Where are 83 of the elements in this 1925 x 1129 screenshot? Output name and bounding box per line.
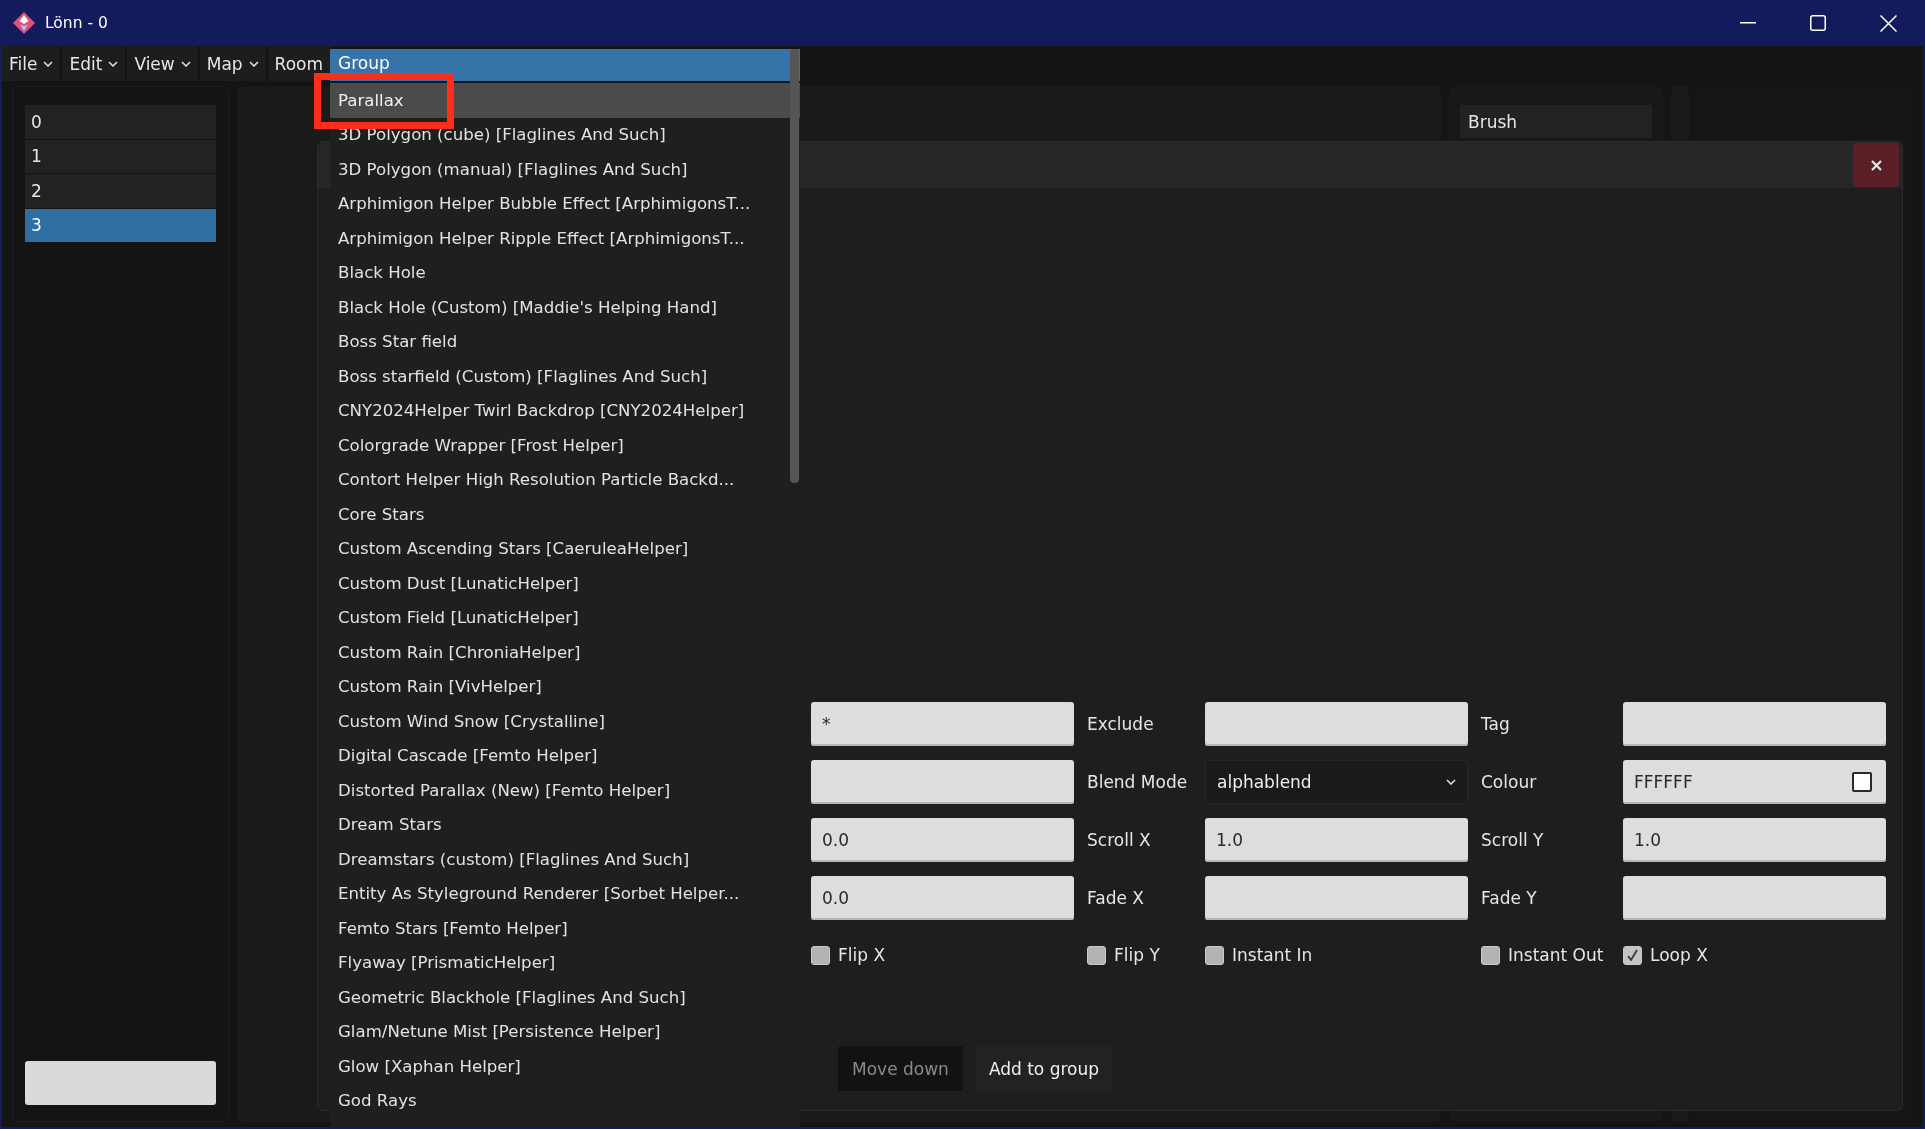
- field-label: Exclude: [1087, 714, 1155, 734]
- dropdown-option[interactable]: Custom Rain [VivHelper]: [330, 669, 800, 704]
- checkbox-label: Instant In: [1232, 945, 1313, 965]
- field-label: Colour: [1481, 772, 1538, 792]
- dropdown-option[interactable]: Custom Dust [LunaticHelper]: [330, 566, 800, 601]
- tool-list-item[interactable]: Brush: [1460, 105, 1652, 138]
- text-field[interactable]: 0.0: [811, 876, 1074, 920]
- text-field[interactable]: [1205, 876, 1468, 920]
- checkbox-label: Flip X: [838, 945, 886, 965]
- close-button[interactable]: [1853, 143, 1899, 187]
- dropdown-option[interactable]: Glam/Netune Mist [Persistence Helper]: [330, 1014, 800, 1049]
- field-label: Blend Mode: [1087, 772, 1189, 792]
- field-label: Fade Y: [1481, 888, 1538, 908]
- dropdown-option[interactable]: Custom Ascending Stars [CaeruleaHelper]: [330, 531, 800, 566]
- dropdown-option[interactable]: Arphimigon Helper Ripple Effect [ArphimigonsT...: [330, 221, 800, 256]
- dropdown-option[interactable]: Geometric Blackhole [Flaglines And Such]: [330, 980, 800, 1015]
- room-list-item[interactable]: 0: [25, 105, 216, 139]
- checkbox[interactable]: [1087, 945, 1106, 965]
- menu-item[interactable]: Map: [199, 46, 266, 81]
- color-swatch-icon[interactable]: [1852, 772, 1872, 792]
- dropdown-option[interactable]: Black Hole: [330, 255, 800, 290]
- minimize-icon: [1740, 22, 1756, 24]
- dropdown-option[interactable]: Entity As Styleground Renderer [Sorbet Helper...: [330, 876, 800, 911]
- dropdown-option[interactable]: Black Hole (Custom) [Maddie's Helping Hand]: [330, 290, 800, 325]
- menu-item[interactable]: View: [127, 46, 198, 81]
- menu-item[interactable]: Room: [267, 46, 331, 81]
- dropdown-option[interactable]: Contort Helper High Resolution Particle Backd...: [330, 462, 800, 497]
- text-field[interactable]: [1623, 876, 1886, 920]
- dropdown-option[interactable]: Parallax: [330, 83, 800, 118]
- dropdown-option[interactable]: Digital Cascade [Femto Helper]: [330, 738, 800, 773]
- checkbox-label: Loop X: [1650, 945, 1708, 965]
- room-list-item[interactable]: 3: [25, 208, 216, 242]
- dropdown-option[interactable]: CNY2024Helper Twirl Backdrop [CNY2024Helper]: [330, 393, 800, 428]
- dropdown-option[interactable]: Glow [Xaphan Helper]: [330, 1049, 800, 1084]
- dropdown-option[interactable]: Femto Stars [Femto Helper]: [330, 911, 800, 946]
- chevron-down-icon: [1446, 779, 1456, 785]
- window-title: Lönn - 0: [45, 14, 108, 32]
- room-list-item[interactable]: 1: [25, 139, 216, 173]
- maximize-icon: [1810, 15, 1826, 31]
- checkbox-label: Instant Out: [1508, 945, 1604, 965]
- dropdown-option[interactable]: Core Stars: [330, 497, 800, 532]
- menu-item[interactable]: File: [2, 46, 61, 81]
- field-label: Scroll Y: [1481, 830, 1545, 850]
- checkbox[interactable]: [1623, 945, 1642, 965]
- checkbox[interactable]: [1481, 945, 1500, 965]
- text-field[interactable]: 0.0: [811, 818, 1074, 862]
- dropdown-option[interactable]: Boss starfield (Custom) [Flaglines And Such]: [330, 359, 800, 394]
- dropdown-option[interactable]: Dreamstars (custom) [Flaglines And Such]: [330, 842, 800, 877]
- text-field[interactable]: [1623, 702, 1886, 746]
- blend-mode-dropdown[interactable]: alphablend: [1205, 760, 1468, 804]
- dropdown-option[interactable]: Custom Wind Snow [Crystalline]: [330, 704, 800, 739]
- text-field[interactable]: *: [811, 702, 1074, 746]
- dropdown-option[interactable]: Distorted Parallax (New) [Femto Helper]: [330, 773, 800, 808]
- text-field[interactable]: [1205, 702, 1468, 746]
- dropdown-option[interactable]: Boss Star field: [330, 324, 800, 359]
- text-field[interactable]: 1.0: [1205, 818, 1468, 862]
- close-icon: [1879, 14, 1897, 32]
- checkbox[interactable]: [1205, 945, 1224, 965]
- field-label: Scroll X: [1087, 830, 1152, 850]
- dialog-button[interactable]: Add to group: [974, 1046, 1114, 1091]
- field-label: Tag: [1481, 714, 1511, 734]
- dropdown-option[interactable]: Custom Rain [ChroniaHelper]: [330, 635, 800, 670]
- scrollbar-thumb[interactable]: [790, 49, 799, 483]
- diamond-logo-icon: [13, 12, 35, 34]
- field-label: Fade X: [1087, 888, 1145, 908]
- colour-field[interactable]: FFFFFF: [1623, 760, 1886, 804]
- dropdown-option[interactable]: Flyaway [PrismaticHelper]: [330, 945, 800, 980]
- group-dropdown[interactable]: Group: [330, 49, 800, 81]
- input-field[interactable]: [25, 1061, 216, 1105]
- text-field[interactable]: [811, 760, 1074, 804]
- checkbox-label: Flip Y: [1114, 945, 1160, 965]
- close-icon: [1870, 159, 1882, 171]
- dropdown-option[interactable]: Dream Stars: [330, 807, 800, 842]
- menu-item[interactable]: Edit: [62, 46, 126, 81]
- text-field[interactable]: 1.0: [1623, 818, 1886, 862]
- room-list-item[interactable]: 2: [25, 174, 216, 208]
- checkmark-icon: [1627, 949, 1638, 961]
- dropdown-option[interactable]: Custom Field [LunaticHelper]: [330, 600, 800, 635]
- dropdown-option[interactable]: Arphimigon Helper Bubble Effect [ArphimigonsT...: [330, 186, 800, 221]
- dropdown-option[interactable]: God Rays: [330, 1083, 800, 1118]
- dropdown-option[interactable]: 3D Polygon (manual) [Flaglines And Such]: [330, 152, 800, 187]
- dropdown-option[interactable]: Colorgrade Wrapper [Frost Helper]: [330, 428, 800, 463]
- checkbox[interactable]: [811, 945, 830, 965]
